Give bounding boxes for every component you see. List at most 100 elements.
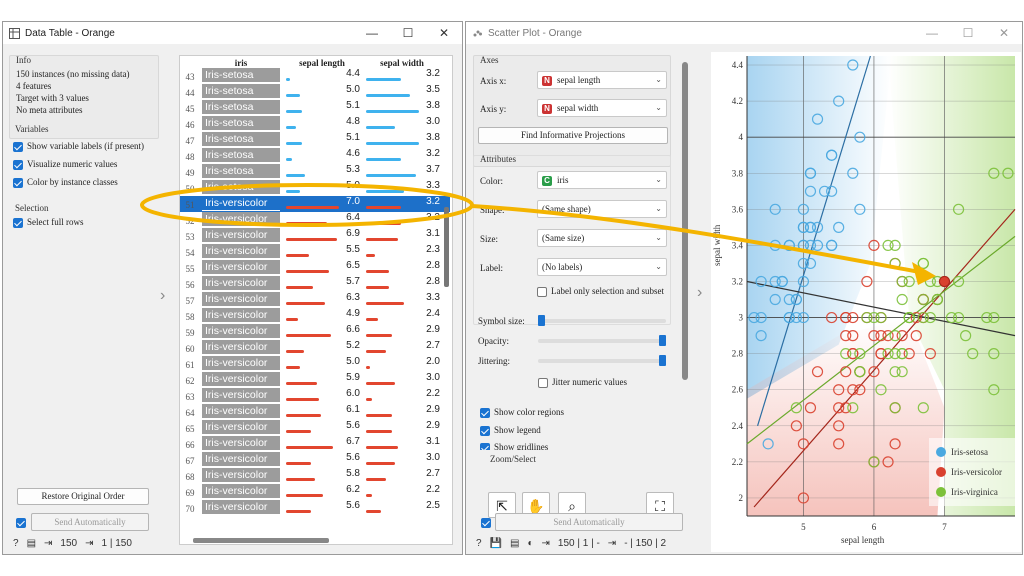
table-row[interactable]: 46 Iris-setosa 4.8 3.0 — [180, 116, 450, 132]
column-header[interactable]: sepal length — [284, 58, 360, 68]
report-icon[interactable]: ▤ — [27, 538, 36, 549]
table-row[interactable]: 55 Iris-versicolor 6.5 2.8 — [180, 260, 450, 276]
sepal-width-cell: 2.8 — [364, 260, 440, 275]
opacity-label: Opacity: — [478, 336, 509, 346]
close-icon[interactable]: ✕ — [426, 22, 462, 44]
chevron-right-icon[interactable]: › — [697, 284, 702, 302]
table-row[interactable]: 51 Iris-versicolor 7.0 3.2 — [180, 196, 450, 212]
symbol-size-slider[interactable] — [538, 315, 666, 326]
auto-send-checkbox[interactable] — [16, 517, 30, 528]
table-row[interactable]: 52 Iris-versicolor 6.4 3.2 — [180, 212, 450, 228]
table-row[interactable]: 57 Iris-versicolor 6.3 3.3 — [180, 292, 450, 308]
species-cell: Iris-versicolor — [202, 324, 280, 339]
table-row[interactable]: 61 Iris-versicolor 5.0 2.0 — [180, 356, 450, 372]
table-vertical-scrollbar[interactable] — [444, 207, 449, 287]
table-row[interactable]: 63 Iris-versicolor 6.0 2.2 — [180, 388, 450, 404]
minimize-icon[interactable]: — — [914, 22, 950, 44]
value-bar — [286, 414, 321, 417]
value-bar — [286, 94, 300, 97]
table-row[interactable]: 68 Iris-versicolor 5.8 2.7 — [180, 468, 450, 484]
show-color-regions-checkbox[interactable]: Show color regions — [480, 407, 564, 418]
table-row[interactable]: 58 Iris-versicolor 4.9 2.4 — [180, 308, 450, 324]
show-gridlines-checkbox[interactable]: Show gridlines — [480, 442, 548, 450]
help-icon[interactable]: ? — [476, 538, 482, 549]
scatter-plot-svg[interactable]: 5 6 7 2 2.2 2.4 2.6 2.8 3 3.2 3.4 3.6 3.8 4 4.2 4.4 sepa… — [711, 52, 1021, 552]
table-row[interactable]: 50 Iris-setosa 5.0 3.3 — [180, 180, 450, 196]
table-row[interactable]: 59 Iris-versicolor 6.6 2.9 — [180, 324, 450, 340]
slider-handle[interactable] — [659, 335, 666, 346]
info-line: No meta attributes — [16, 105, 83, 115]
plot-area[interactable]: 5 6 7 2 2.2 2.4 2.6 2.8 3 3.2 3.4 3.6 3.8 4 4.2 4.4 sepa… — [711, 52, 1021, 552]
attributes-title: Attributes — [480, 154, 516, 164]
table-row[interactable]: 53 Iris-versicolor 6.9 3.1 — [180, 228, 450, 244]
close-icon[interactable]: ✕ — [986, 22, 1022, 44]
value-bar — [366, 286, 390, 289]
chevron-right-icon[interactable]: › — [160, 287, 165, 305]
axis-y-dropdown[interactable]: Nsepal width ⌄ — [537, 99, 667, 117]
species-cell: Iris-versicolor — [202, 420, 280, 435]
help-icon[interactable]: ? — [13, 538, 19, 549]
value-bar — [286, 78, 290, 81]
row-number: 54 — [185, 248, 195, 258]
column-header[interactable]: iris — [202, 58, 280, 68]
select-full-rows-checkbox[interactable]: Select full rows — [13, 217, 84, 228]
sepal-width-cell: 2.3 — [364, 244, 440, 259]
size-dropdown[interactable]: (Same size) ⌄ — [537, 229, 667, 247]
table-row[interactable]: 43 Iris-setosa 4.4 3.2 — [180, 68, 450, 84]
color-dropdown[interactable]: Ciris ⌄ — [537, 171, 667, 189]
send-automatically-button[interactable]: Send Automatically — [495, 513, 683, 531]
slider-handle[interactable] — [538, 315, 545, 326]
table-row[interactable]: 54 Iris-versicolor 5.5 2.3 — [180, 244, 450, 260]
restore-original-order-button[interactable]: Restore Original Order — [17, 488, 149, 505]
jittering-slider[interactable] — [538, 355, 666, 366]
species-cell: Iris-versicolor — [202, 356, 280, 371]
shape-dropdown[interactable]: (Same shape) ⌄ — [537, 200, 667, 218]
table-row[interactable]: 45 Iris-setosa 5.1 3.8 — [180, 100, 450, 116]
visualize-numeric-checkbox[interactable]: Visualize numeric values — [13, 159, 117, 170]
auto-send-checkbox[interactable] — [481, 517, 495, 528]
axis-x-dropdown[interactable]: Nsepal length ⌄ — [537, 71, 667, 89]
maximize-icon[interactable]: ☐ — [390, 22, 426, 44]
legend-marker — [936, 487, 946, 497]
column-header[interactable]: sepal width — [364, 58, 440, 68]
controls-scrollbar[interactable] — [682, 62, 688, 380]
visualize-icon[interactable]: ◐ — [527, 538, 533, 549]
show-variable-labels-checkbox[interactable]: Show variable labels (if present) — [13, 141, 144, 152]
species-cell: Iris-versicolor — [202, 388, 280, 403]
table-row[interactable]: 44 Iris-setosa 5.0 3.5 — [180, 84, 450, 100]
jittering-label: Jittering: — [478, 356, 510, 366]
maximize-icon[interactable]: ☐ — [950, 22, 986, 44]
species-cell: Iris-versicolor — [202, 500, 280, 515]
label-only-selection-checkbox[interactable]: Label only selection and subset — [537, 286, 664, 297]
label-dropdown[interactable]: (No labels) ⌄ — [537, 258, 667, 276]
show-legend-checkbox[interactable]: Show legend — [480, 425, 541, 436]
slider-handle[interactable] — [659, 355, 666, 366]
table-row[interactable]: 65 Iris-versicolor 5.6 2.9 — [180, 420, 450, 436]
report-icon[interactable]: ▤ — [510, 538, 519, 549]
table-row[interactable]: 67 Iris-versicolor 5.6 3.0 — [180, 452, 450, 468]
legend-label: Iris-virginica — [951, 487, 998, 497]
y-tick-label: 2.2 — [732, 457, 743, 467]
minimize-icon[interactable]: — — [354, 22, 390, 44]
color-by-class-checkbox[interactable]: Color by instance classes — [13, 177, 118, 188]
save-icon[interactable]: 💾 — [490, 538, 502, 549]
jitter-numeric-checkbox[interactable]: Jitter numeric values — [538, 377, 627, 388]
sepal-length-cell: 5.0 — [284, 180, 360, 195]
table-row[interactable]: 70 Iris-versicolor 5.6 2.5 — [180, 500, 450, 516]
table-row[interactable]: 56 Iris-versicolor 5.7 2.8 — [180, 276, 450, 292]
table-row[interactable]: 66 Iris-versicolor 6.7 3.1 — [180, 436, 450, 452]
table-row[interactable]: 64 Iris-versicolor 6.1 2.9 — [180, 404, 450, 420]
send-automatically-button[interactable]: Send Automatically — [31, 513, 149, 531]
row-number: 58 — [185, 312, 195, 322]
species-cell: Iris-versicolor — [202, 372, 280, 387]
value-bar — [366, 254, 375, 257]
table-row[interactable]: 47 Iris-setosa 5.1 3.8 — [180, 132, 450, 148]
table-row[interactable]: 60 Iris-versicolor 5.2 2.7 — [180, 340, 450, 356]
row-number: 61 — [185, 360, 195, 370]
table-row[interactable]: 48 Iris-setosa 4.6 3.2 — [180, 148, 450, 164]
table-row[interactable]: 69 Iris-versicolor 6.2 2.2 — [180, 484, 450, 500]
opacity-slider[interactable] — [538, 335, 666, 346]
table-row[interactable]: 62 Iris-versicolor 5.9 3.0 — [180, 372, 450, 388]
find-informative-projections-button[interactable]: Find Informative Projections — [478, 127, 668, 144]
table-row[interactable]: 49 Iris-setosa 5.3 3.7 — [180, 164, 450, 180]
